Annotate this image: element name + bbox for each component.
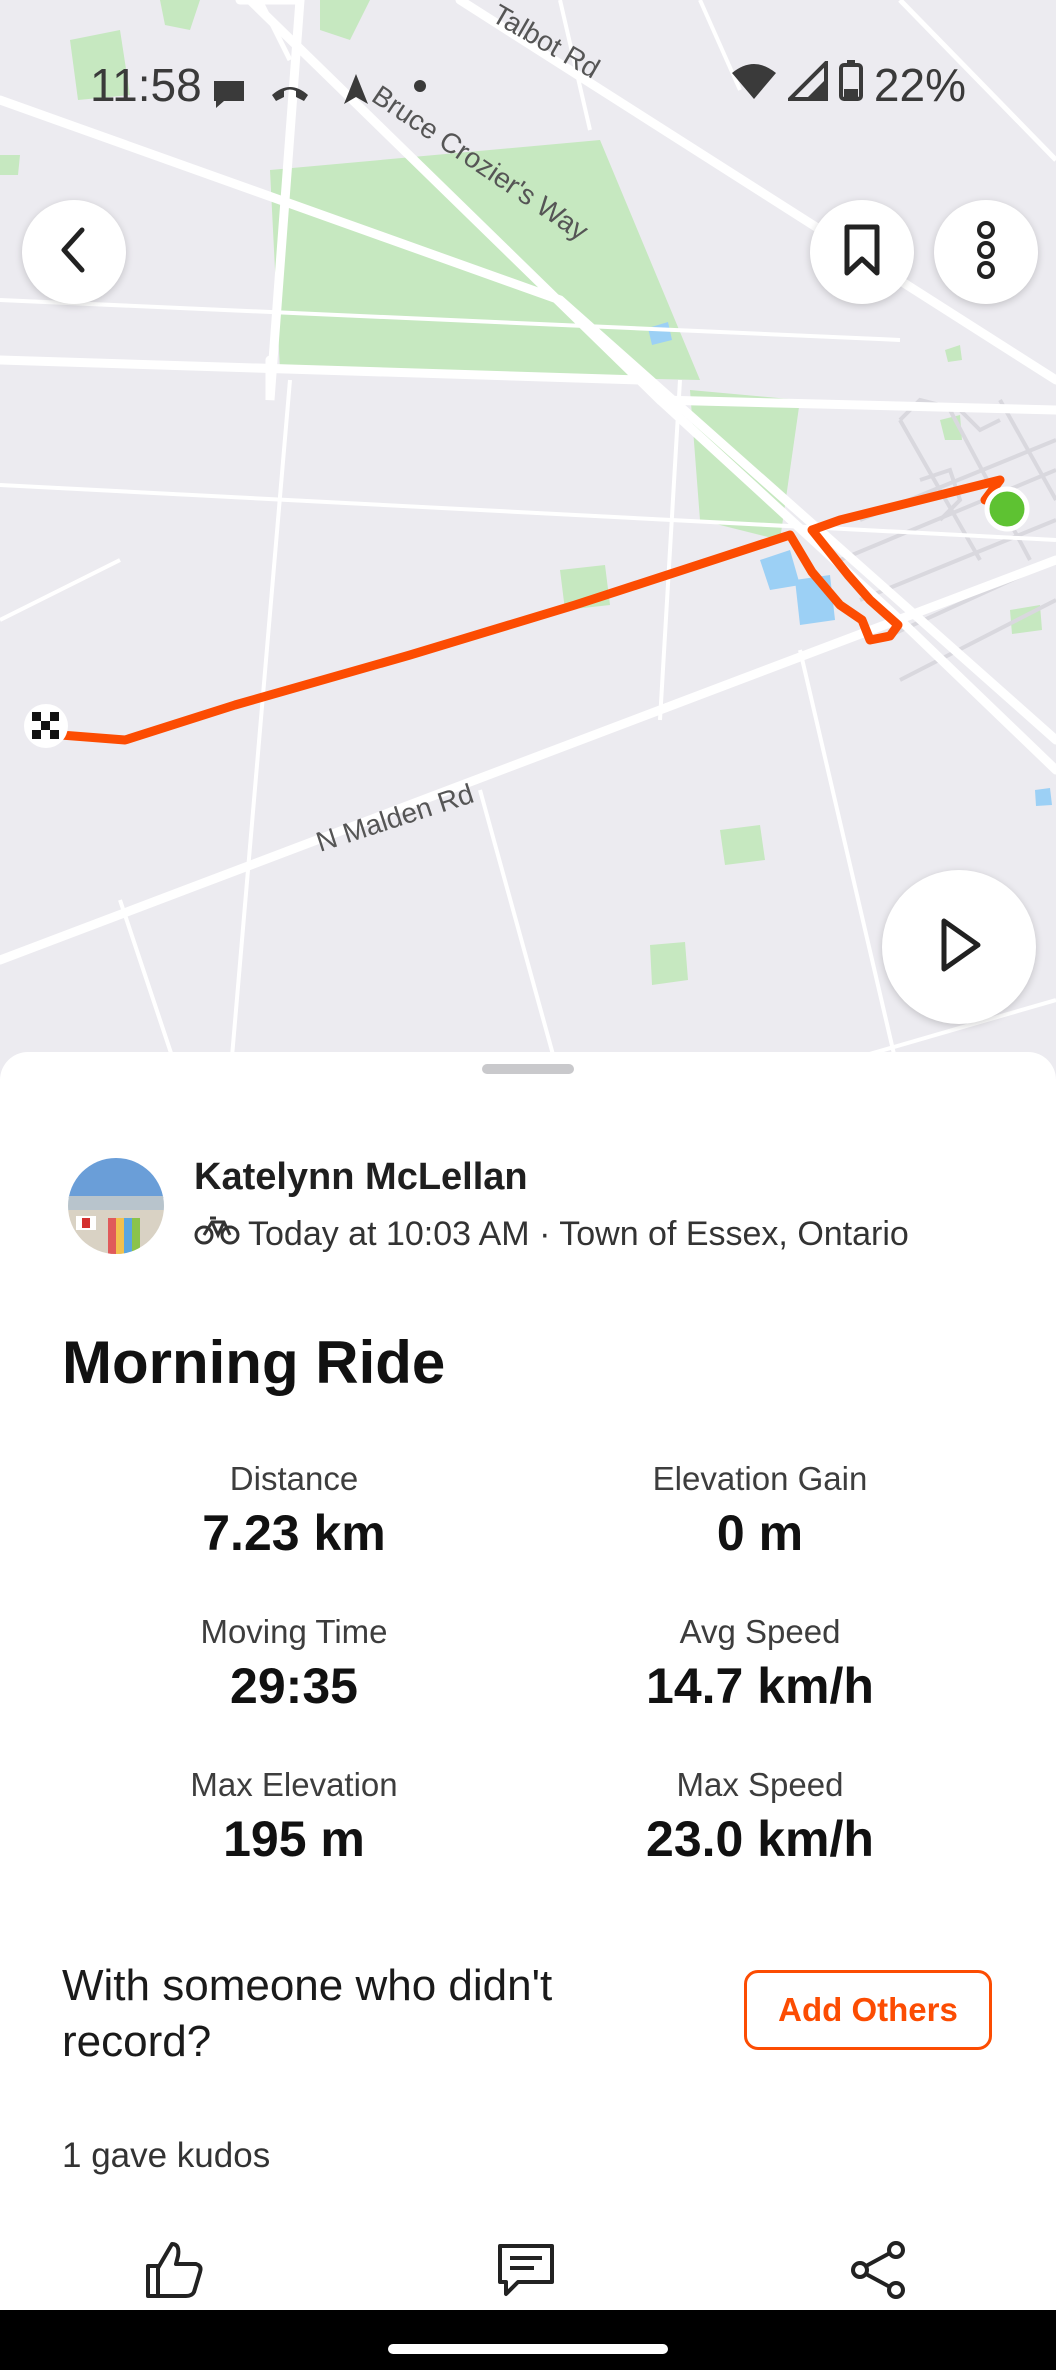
status-time: 11:58: [90, 59, 202, 111]
back-button[interactable]: [22, 200, 126, 304]
bookmark-icon: [842, 223, 882, 282]
chevron-left-icon: [54, 226, 94, 279]
stat-label: Elevation Gain: [652, 1460, 868, 1497]
activity-meta: Today at 10:03 AM · Town of Essex, Ontar…: [194, 1214, 909, 1255]
finish-flag-icon: [24, 704, 68, 748]
share-button[interactable]: [838, 2232, 918, 2312]
stat-max-elevation: Max Elevation 195 m: [84, 1766, 504, 1868]
start-marker: [984, 486, 1030, 532]
add-others-button[interactable]: Add Others: [744, 1970, 992, 2050]
bike-icon: [194, 1214, 240, 1255]
stat-max-speed: Max Speed 23.0 km/h: [550, 1766, 970, 1868]
thumbs-up-icon: [142, 2238, 206, 2307]
more-vertical-icon: [974, 220, 998, 285]
stat-label: Distance: [229, 1460, 359, 1497]
stat-value: 29:35: [230, 1658, 358, 1714]
activity-sheet: Katelynn McLellan Today at 10:03 AM · To…: [0, 1052, 1056, 2310]
battery-level: 22%: [873, 59, 966, 111]
stat-value: 195 m: [223, 1811, 365, 1867]
activity-meta-text: Today at 10:03 AM · Town of Essex, Ontar…: [248, 1215, 909, 1253]
home-gesture-handle[interactable]: [388, 2344, 668, 2354]
signal-icon: [785, 58, 828, 112]
stat-moving-time: Moving Time 29:35: [84, 1613, 504, 1715]
system-nav-bar: [0, 2310, 1056, 2370]
stat-label: Max Speed: [676, 1766, 844, 1803]
play-icon: [934, 915, 984, 980]
stat-value: 14.7 km/h: [646, 1658, 874, 1714]
stat-value: 23.0 km/h: [646, 1811, 874, 1867]
stat-elevation-gain: Elevation Gain 0 m: [550, 1460, 970, 1562]
avatar[interactable]: [68, 1158, 164, 1254]
status-right: 22%: [730, 58, 966, 112]
kudos-count[interactable]: 1 gave kudos: [62, 2136, 270, 2176]
stat-value: 0 m: [716, 1505, 804, 1561]
map-road-labels: Talbot Rd Bruce Crozier's Way N Malden R…: [312, 0, 605, 858]
route-line: [43, 475, 1005, 745]
kudos-button[interactable]: [134, 2232, 214, 2312]
comment-icon: [494, 2238, 558, 2307]
stat-label: Avg Speed: [679, 1613, 841, 1650]
share-icon: [846, 2238, 910, 2307]
map-main-roads: [0, 0, 1056, 965]
dot-icon: [414, 80, 426, 92]
flyover-play-button[interactable]: [882, 870, 1036, 1024]
road-label-malden: N Malden Rd: [312, 778, 477, 858]
message-icon: [210, 68, 248, 122]
stat-value: 7.23 km: [202, 1505, 386, 1561]
stat-avg-speed: Avg Speed 14.7 km/h: [550, 1613, 970, 1715]
activity-title: Morning Ride: [62, 1329, 446, 1396]
stat-distance: Distance 7.23 km: [84, 1460, 504, 1562]
athlete-name[interactable]: Katelynn McLellan: [194, 1156, 528, 1199]
sheet-drag-handle[interactable]: [482, 1064, 574, 1074]
battery-icon: [838, 58, 864, 112]
status-bar: 11:58 22%: [0, 56, 1056, 116]
wifi-icon: [730, 58, 778, 112]
call-icon: [268, 66, 312, 120]
with-others-prompt: With someone who didn't record?: [62, 1961, 553, 2066]
more-options-button[interactable]: [934, 200, 1038, 304]
save-route-button[interactable]: [810, 200, 914, 304]
stat-label: Max Elevation: [190, 1766, 398, 1803]
comment-button[interactable]: [486, 2232, 566, 2312]
navigation-icon: [338, 64, 374, 118]
stat-label: Moving Time: [200, 1613, 388, 1650]
